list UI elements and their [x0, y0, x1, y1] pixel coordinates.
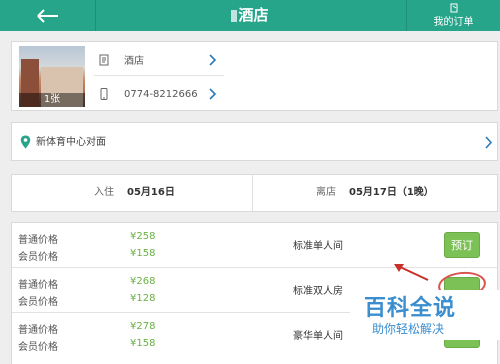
member-price: ¥158 [130, 338, 156, 349]
my-orders-button[interactable]: 我的订单 [406, 0, 500, 31]
address-row[interactable]: 新体育中心对面 [11, 122, 498, 161]
room-name: 标准单人间 [293, 241, 343, 252]
chevron-right-icon [485, 136, 493, 149]
member-price: ¥158 [130, 248, 156, 259]
hotel-phone: 0774-8212666 [124, 88, 198, 100]
regular-price-label: 普通价格 [18, 280, 58, 291]
document-icon [99, 54, 109, 65]
chevron-right-icon [209, 54, 217, 66]
regular-price-label: 普通价格 [18, 235, 58, 246]
my-orders-label: 我的订单 [433, 17, 474, 28]
watermark-title: 百科全说 [364, 296, 457, 321]
hotel-photo[interactable]: 1张 [19, 46, 85, 107]
location-pin-icon [20, 135, 31, 149]
regular-price: ¥268 [130, 276, 156, 287]
checkin-label: 入住 [94, 187, 114, 198]
page-title-text: 酒店 [238, 6, 269, 24]
orders-icon [450, 3, 457, 13]
member-price-label: 会员价格 [18, 297, 58, 308]
annotation-arrow-icon [394, 264, 429, 281]
hotel-name: 酒店 [124, 56, 144, 67]
checkin-date-selector[interactable]: 入住 05月16日 [12, 175, 253, 211]
regular-price: ¥258 [130, 231, 156, 242]
phone-icon [100, 88, 108, 100]
photo-count: 1张 [19, 93, 85, 107]
back-button[interactable] [0, 0, 96, 31]
hotel-info-card: 1张 酒店 0774-8212666 [11, 41, 498, 111]
room-name: 豪华单人间 [293, 331, 343, 342]
chevron-right-icon [209, 88, 217, 100]
member-price: ¥128 [130, 293, 156, 304]
checkout-value: 05月17日（1晚） [349, 187, 434, 198]
regular-price-label: 普通价格 [18, 325, 58, 336]
back-arrow-icon [36, 8, 58, 23]
checkout-label: 离店 [316, 187, 336, 198]
hotel-name-row[interactable]: 酒店 [94, 44, 224, 76]
hotel-phone-row[interactable]: 0774-8212666 [94, 78, 224, 110]
watermark: 百科全说 助你轻松解决 [350, 290, 500, 340]
watermark-subtitle: 助你轻松解决 [372, 322, 445, 336]
book-button[interactable]: 预订 [444, 232, 480, 258]
room-name: 标准双人房 [293, 286, 343, 297]
address-text: 新体育中心对面 [36, 137, 106, 148]
checkin-value: 05月16日 [127, 187, 175, 198]
member-price-label: 会员价格 [18, 342, 58, 353]
top-bar: 酒店 我的订单 [0, 0, 500, 31]
page-title: 酒店 [150, 0, 350, 31]
regular-price: ¥278 [130, 321, 156, 332]
checkout-date-selector[interactable]: 离店 05月17日（1晚） [253, 175, 497, 211]
member-price-label: 会员价格 [18, 252, 58, 263]
redacted-mark [231, 9, 238, 22]
stay-dates: 入住 05月16日 离店 05月17日（1晚） [11, 174, 498, 212]
